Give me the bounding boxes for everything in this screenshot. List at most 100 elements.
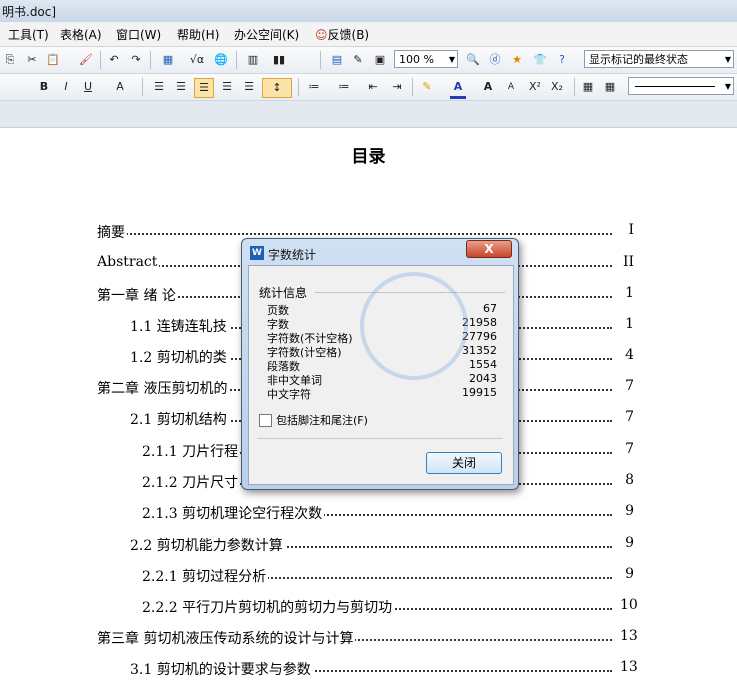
include-footnotes-label[interactable]: 包括脚注和尾注(F) [276, 412, 368, 428]
favorites-icon[interactable]: ★ [509, 51, 525, 69]
menu-table[interactable]: 表格(A) [60, 26, 102, 43]
subscript-button[interactable]: X₂ [548, 78, 566, 96]
toc-page-number: 9 [625, 566, 634, 582]
stat-value: 67 [483, 302, 497, 315]
toc-page-number: 13 [620, 628, 638, 644]
stat-value: 1554 [469, 358, 497, 371]
columns-icon[interactable]: ▥ [244, 51, 262, 69]
toc-entry-text: 2.2 剪切机能力参数计算 [130, 535, 285, 555]
toc-entry-text: 2.2.1 剪切过程分析 [142, 566, 269, 586]
toc-entry-text: 第二章 液压剪切机的 [97, 378, 230, 398]
toolbar-separator [100, 51, 101, 69]
undo-icon[interactable]: ↶ [106, 51, 122, 69]
toc-entry-text: 第一章 绪 论 [97, 285, 178, 305]
line-spacing-icon[interactable]: ↕ [262, 78, 292, 98]
toc-entry-text: 摘要 [97, 222, 127, 242]
menu-office-space[interactable]: 办公空间(K) [234, 26, 299, 43]
help-icon[interactable]: ? [554, 51, 570, 69]
document-map-icon[interactable]: ▣ [372, 51, 388, 69]
watermark-logo [360, 272, 468, 380]
formatting-toolbar: B I U A ☰ ☰ ☰ ☰ ☰ ↕ ≔ ≔ ⇤ ⇥ ✎ A A A X² X… [0, 74, 737, 101]
toc-entry-text: 2.1 剪切机结构 [130, 409, 229, 429]
borders-icon[interactable]: ▦ [602, 78, 618, 96]
superscript-button[interactable]: X² [526, 78, 544, 96]
group-label: 统计信息 [259, 286, 308, 300]
chevron-down-icon: ▼ [448, 55, 455, 64]
toolbar-separator [236, 51, 237, 69]
drawing-icon[interactable]: ✎ [350, 51, 366, 69]
align-left-icon[interactable]: ☰ [150, 78, 168, 96]
toc-entry-text: 2.1.1 刀片行程 [142, 441, 241, 461]
format-painter-icon[interactable]: 🖌 [78, 51, 94, 69]
markup-view-value: 显示标记的最终状态 [589, 53, 688, 66]
char-shading-button[interactable]: A [112, 78, 128, 96]
toc-page-number: 4 [625, 347, 634, 363]
align-center-icon[interactable]: ☰ [172, 78, 190, 96]
standard-toolbar: ⎘ ✂ 📋 🖌 ↶ ↷ ▦ √α 🌐 ▥ ▮▮ ▤ ✎ ▣ 100 % ▼ 🔍 … [0, 47, 737, 74]
shrink-font-button[interactable]: A [504, 78, 518, 96]
italic-button[interactable]: I [58, 78, 74, 96]
underline-button[interactable]: U [80, 78, 96, 96]
toolbar-separator [298, 78, 299, 96]
justify-icon[interactable]: ☰ [218, 78, 236, 96]
toc-entry[interactable]: 第三章 剪切机液压传动系统的设计与计算 13 [0, 628, 737, 650]
markup-view-combo[interactable]: 显示标记的最终状态 ▼ [584, 50, 734, 68]
dialog-divider [257, 438, 503, 439]
toc-entry[interactable]: 2.2.1 剪切过程分析 9 [0, 566, 737, 588]
menu-tools[interactable]: 工具(T) [8, 26, 49, 43]
menu-help[interactable]: 帮助(H) [177, 26, 219, 43]
find-icon[interactable]: 🔍 [464, 51, 482, 69]
toc-page-number: I [628, 222, 634, 238]
zoom-combo[interactable]: 100 % ▼ [394, 50, 458, 68]
formula-icon[interactable]: √α [186, 51, 208, 69]
decrease-indent-icon[interactable]: ⇤ [364, 78, 382, 96]
toc-page-number: 8 [625, 472, 634, 488]
line-style-combo[interactable]: ▼ [628, 77, 734, 95]
redo-icon[interactable]: ↷ [128, 51, 144, 69]
toc-page-number: 13 [620, 659, 638, 675]
research-icon[interactable]: ⓓ [487, 51, 503, 69]
stat-row: 中文字符 19915 [267, 386, 497, 401]
close-button[interactable]: 关闭 [426, 452, 502, 474]
menu-feedback[interactable]: ☺反馈(B) [315, 26, 369, 43]
stat-value: 2043 [469, 372, 497, 385]
chart-icon[interactable]: ▮▮ [270, 51, 288, 69]
menu-window[interactable]: 窗口(W) [116, 26, 161, 43]
grow-font-button[interactable]: A [480, 78, 496, 96]
close-icon[interactable]: X [466, 240, 512, 258]
toc-entry[interactable]: 2.2.2 平行刀片剪切机的剪切力与剪切功 10 [0, 597, 737, 619]
paste-icon[interactable]: 📋 [44, 51, 62, 69]
feedback-icon: ☺ [315, 28, 328, 42]
window-titlebar: 明书.doc] [0, 0, 737, 23]
copy-icon[interactable]: ⎘ [2, 51, 18, 69]
toc-page-number: 9 [625, 535, 634, 551]
highlight-icon[interactable]: ✎ [418, 78, 436, 96]
table-props-icon[interactable]: ▦ [580, 78, 596, 96]
toc-title: 目录 [351, 147, 386, 167]
shirt-icon[interactable]: 👕 [532, 51, 548, 69]
toc-entry-text: 2.1.2 刀片尺寸 [142, 472, 241, 492]
toc-page-number: 1 [625, 316, 634, 332]
bold-button[interactable]: B [36, 78, 52, 96]
zoom-value: 100 % [399, 53, 434, 66]
window-title: 明书.doc] [2, 5, 57, 19]
table-icon[interactable]: ▦ [158, 51, 178, 69]
line-style-preview [635, 86, 715, 87]
hyperlink-icon[interactable]: 🌐 [212, 51, 230, 69]
font-color-button[interactable]: A [450, 78, 466, 99]
cut-icon[interactable]: ✂ [24, 51, 40, 69]
menu-feedback-label: 反馈(B) [327, 28, 370, 42]
toc-entry[interactable]: 2.2 剪切机能力参数计算 9 [0, 535, 737, 557]
include-footnotes-checkbox[interactable] [259, 414, 272, 427]
toc-entry[interactable]: 3.1 剪切机的设计要求与参数 13 [0, 659, 737, 681]
toc-entry-text: 2.1.3 剪切机理论空行程次数 [142, 503, 325, 523]
align-right-icon[interactable]: ☰ [194, 78, 214, 98]
increase-indent-icon[interactable]: ⇥ [388, 78, 406, 96]
toc-entry[interactable]: 2.1.3 剪切机理论空行程次数 9 [0, 503, 737, 525]
word-count-icon[interactable]: ▤ [328, 51, 346, 69]
ruler [0, 101, 737, 128]
bullets-icon[interactable]: ≔ [334, 78, 354, 96]
distributed-icon[interactable]: ☰ [240, 78, 258, 96]
toolbar-separator [150, 51, 151, 69]
numbering-icon[interactable]: ≔ [304, 78, 324, 96]
